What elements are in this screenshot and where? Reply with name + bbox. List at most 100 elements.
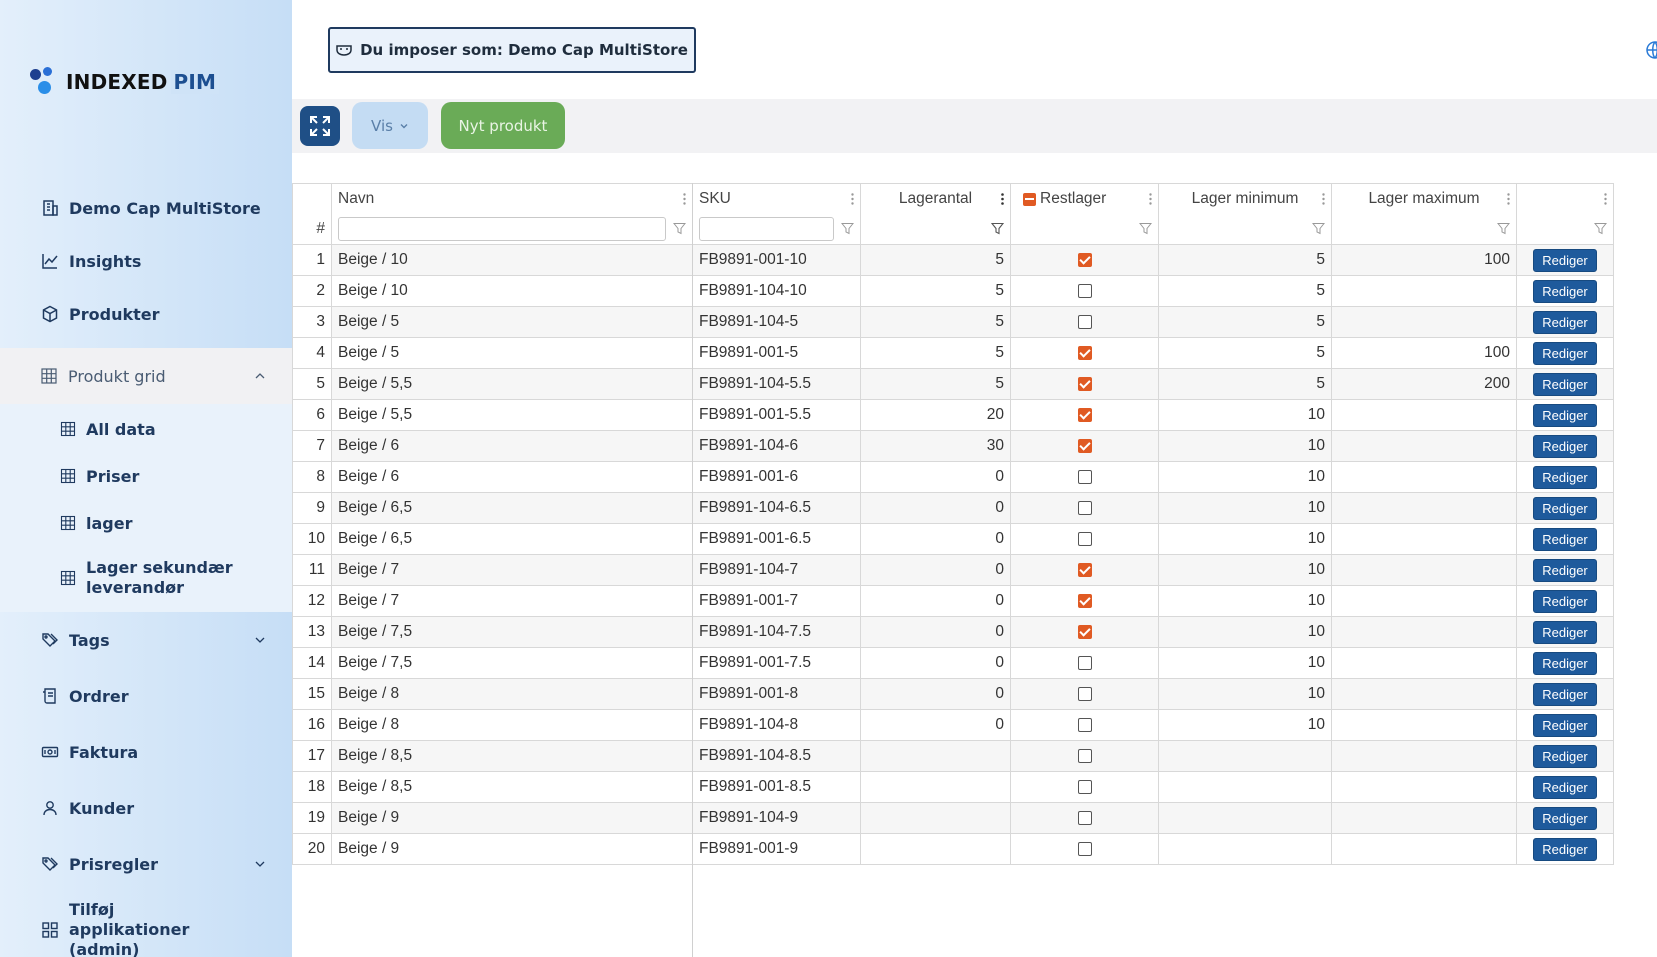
column-menu-icon[interactable] (1149, 193, 1152, 205)
cell-restlager[interactable] (1011, 431, 1159, 462)
cell-restlager[interactable] (1011, 803, 1159, 834)
nav-prisregler[interactable]: Prisregler (0, 836, 292, 892)
cell-actions[interactable]: Rediger (1517, 493, 1614, 524)
nav-faktura[interactable]: Faktura (0, 724, 292, 780)
column-menu-icon[interactable] (1001, 193, 1004, 205)
column-menu-icon[interactable] (1604, 193, 1607, 205)
cell-navn[interactable]: Beige / 5 (332, 307, 693, 338)
cell-lager-minimum[interactable]: 10 (1159, 648, 1332, 679)
table-row[interactable]: 17 Beige / 8,5 FB9891-104-8.5 Rediger (292, 741, 1614, 772)
cell-actions[interactable]: Rediger (1517, 462, 1614, 493)
cell-navn[interactable]: Beige / 8,5 (332, 772, 693, 803)
table-row[interactable]: 10 Beige / 6,5 FB9891-001-6.5 0 10 Rediger (292, 524, 1614, 555)
cell-sku[interactable]: FB9891-104-8.5 (693, 741, 861, 772)
cell-sku[interactable]: FB9891-001-8.5 (693, 772, 861, 803)
table-row[interactable]: 6 Beige / 5,5 FB9891-001-5.5 20 10 Rediger (292, 400, 1614, 431)
cell-restlager[interactable] (1011, 338, 1159, 369)
table-row[interactable]: 5 Beige / 5,5 FB9891-104-5.5 5 5 200 Rediger (292, 369, 1614, 400)
cell-lagerantal[interactable] (861, 772, 1011, 803)
cell-actions[interactable]: Rediger (1517, 586, 1614, 617)
edit-button[interactable]: Rediger (1533, 434, 1597, 458)
cell-restlager[interactable] (1011, 772, 1159, 803)
cell-navn[interactable]: Beige / 10 (332, 276, 693, 307)
table-row[interactable]: 1 Beige / 10 FB9891-001-10 5 5 100 Rediger (292, 245, 1614, 276)
column-menu-icon[interactable] (1507, 193, 1510, 205)
table-row[interactable]: 13 Beige / 7,5 FB9891-104-7.5 0 10 Rediger (292, 617, 1614, 648)
restlager-checkbox[interactable] (1077, 811, 1092, 825)
table-row[interactable]: 16 Beige / 8 FB9891-104-8 0 10 Rediger (292, 710, 1614, 741)
cell-sku[interactable]: FB9891-001-7 (693, 586, 861, 617)
table-row[interactable]: 9 Beige / 6,5 FB9891-104-6.5 0 10 Rediger (292, 493, 1614, 524)
column-menu-icon[interactable] (1322, 193, 1325, 205)
column-header-navn[interactable]: Navn (332, 184, 693, 215)
cell-restlager[interactable] (1011, 555, 1159, 586)
cell-restlager[interactable] (1011, 617, 1159, 648)
cell-lager-maximum[interactable] (1332, 617, 1517, 648)
edit-button[interactable]: Rediger (1533, 279, 1597, 303)
cell-restlager[interactable] (1011, 524, 1159, 555)
cell-lagerantal[interactable]: 5 (861, 276, 1011, 307)
table-row[interactable]: 15 Beige / 8 FB9891-001-8 0 10 Rediger (292, 679, 1614, 710)
table-row[interactable]: 2 Beige / 10 FB9891-104-10 5 5 Rediger (292, 276, 1614, 307)
cell-sku[interactable]: FB9891-001-10 (693, 245, 861, 276)
globe-icon[interactable] (1645, 40, 1657, 60)
cell-navn[interactable]: Beige / 6 (332, 462, 693, 493)
cell-lager-minimum[interactable]: 10 (1159, 617, 1332, 648)
edit-button[interactable]: Rediger (1533, 651, 1597, 675)
cell-restlager[interactable] (1011, 462, 1159, 493)
cell-navn[interactable]: Beige / 5,5 (332, 369, 693, 400)
restlager-checkbox[interactable] (1077, 625, 1092, 639)
cell-lager-maximum[interactable]: 100 (1332, 338, 1517, 369)
cell-restlager[interactable] (1011, 679, 1159, 710)
cell-restlager[interactable] (1011, 834, 1159, 865)
table-row[interactable]: 18 Beige / 8,5 FB9891-001-8.5 Rediger (292, 772, 1614, 803)
cell-navn[interactable]: Beige / 7 (332, 555, 693, 586)
cell-sku[interactable]: FB9891-104-8 (693, 710, 861, 741)
restlager-checkbox[interactable] (1077, 749, 1092, 763)
cell-actions[interactable]: Rediger (1517, 245, 1614, 276)
cell-navn[interactable]: Beige / 9 (332, 803, 693, 834)
restlager-checkbox[interactable] (1077, 439, 1092, 453)
cell-lager-maximum[interactable] (1332, 834, 1517, 865)
restlager-checkbox[interactable] (1077, 532, 1092, 546)
cell-navn[interactable]: Beige / 7,5 (332, 617, 693, 648)
cell-actions[interactable]: Rediger (1517, 834, 1614, 865)
cell-lager-maximum[interactable] (1332, 679, 1517, 710)
subnav-all-data[interactable]: All data (0, 414, 292, 444)
cell-sku[interactable]: FB9891-104-5 (693, 307, 861, 338)
cell-navn[interactable]: Beige / 8,5 (332, 741, 693, 772)
cell-sku[interactable]: FB9891-104-6 (693, 431, 861, 462)
restlager-checkbox[interactable] (1077, 253, 1092, 267)
cell-lagerantal[interactable]: 5 (861, 245, 1011, 276)
edit-button[interactable]: Rediger (1533, 496, 1597, 520)
edit-button[interactable]: Rediger (1533, 682, 1597, 706)
cell-lagerantal[interactable]: 0 (861, 710, 1011, 741)
cell-lagerantal[interactable]: 0 (861, 617, 1011, 648)
edit-button[interactable]: Rediger (1533, 465, 1597, 489)
column-header-sku[interactable]: SKU (693, 184, 861, 215)
cell-lager-maximum[interactable] (1332, 803, 1517, 834)
cell-actions[interactable]: Rediger (1517, 679, 1614, 710)
cell-lager-minimum[interactable]: 10 (1159, 462, 1332, 493)
cell-navn[interactable]: Beige / 8 (332, 710, 693, 741)
edit-button[interactable]: Rediger (1533, 403, 1597, 427)
cell-lagerantal[interactable]: 30 (861, 431, 1011, 462)
column-header-lager-minimum[interactable]: Lager minimum (1159, 184, 1332, 215)
cell-restlager[interactable] (1011, 648, 1159, 679)
column-header-actions[interactable] (1517, 184, 1614, 215)
filter-icon[interactable] (673, 222, 686, 235)
cell-actions[interactable]: Rediger (1517, 276, 1614, 307)
cell-restlager[interactable] (1011, 493, 1159, 524)
cell-lager-minimum[interactable]: 5 (1159, 307, 1332, 338)
cell-sku[interactable]: FB9891-001-5.5 (693, 400, 861, 431)
cell-lager-minimum[interactable]: 10 (1159, 679, 1332, 710)
cell-navn[interactable]: Beige / 5,5 (332, 400, 693, 431)
edit-button[interactable]: Rediger (1533, 558, 1597, 582)
cell-lager-maximum[interactable] (1332, 648, 1517, 679)
edit-button[interactable]: Rediger (1533, 341, 1597, 365)
cell-lager-minimum[interactable] (1159, 803, 1332, 834)
cell-lager-minimum[interactable]: 5 (1159, 276, 1332, 307)
column-menu-icon[interactable] (851, 193, 854, 205)
edit-button[interactable]: Rediger (1533, 775, 1597, 799)
cell-restlager[interactable] (1011, 710, 1159, 741)
